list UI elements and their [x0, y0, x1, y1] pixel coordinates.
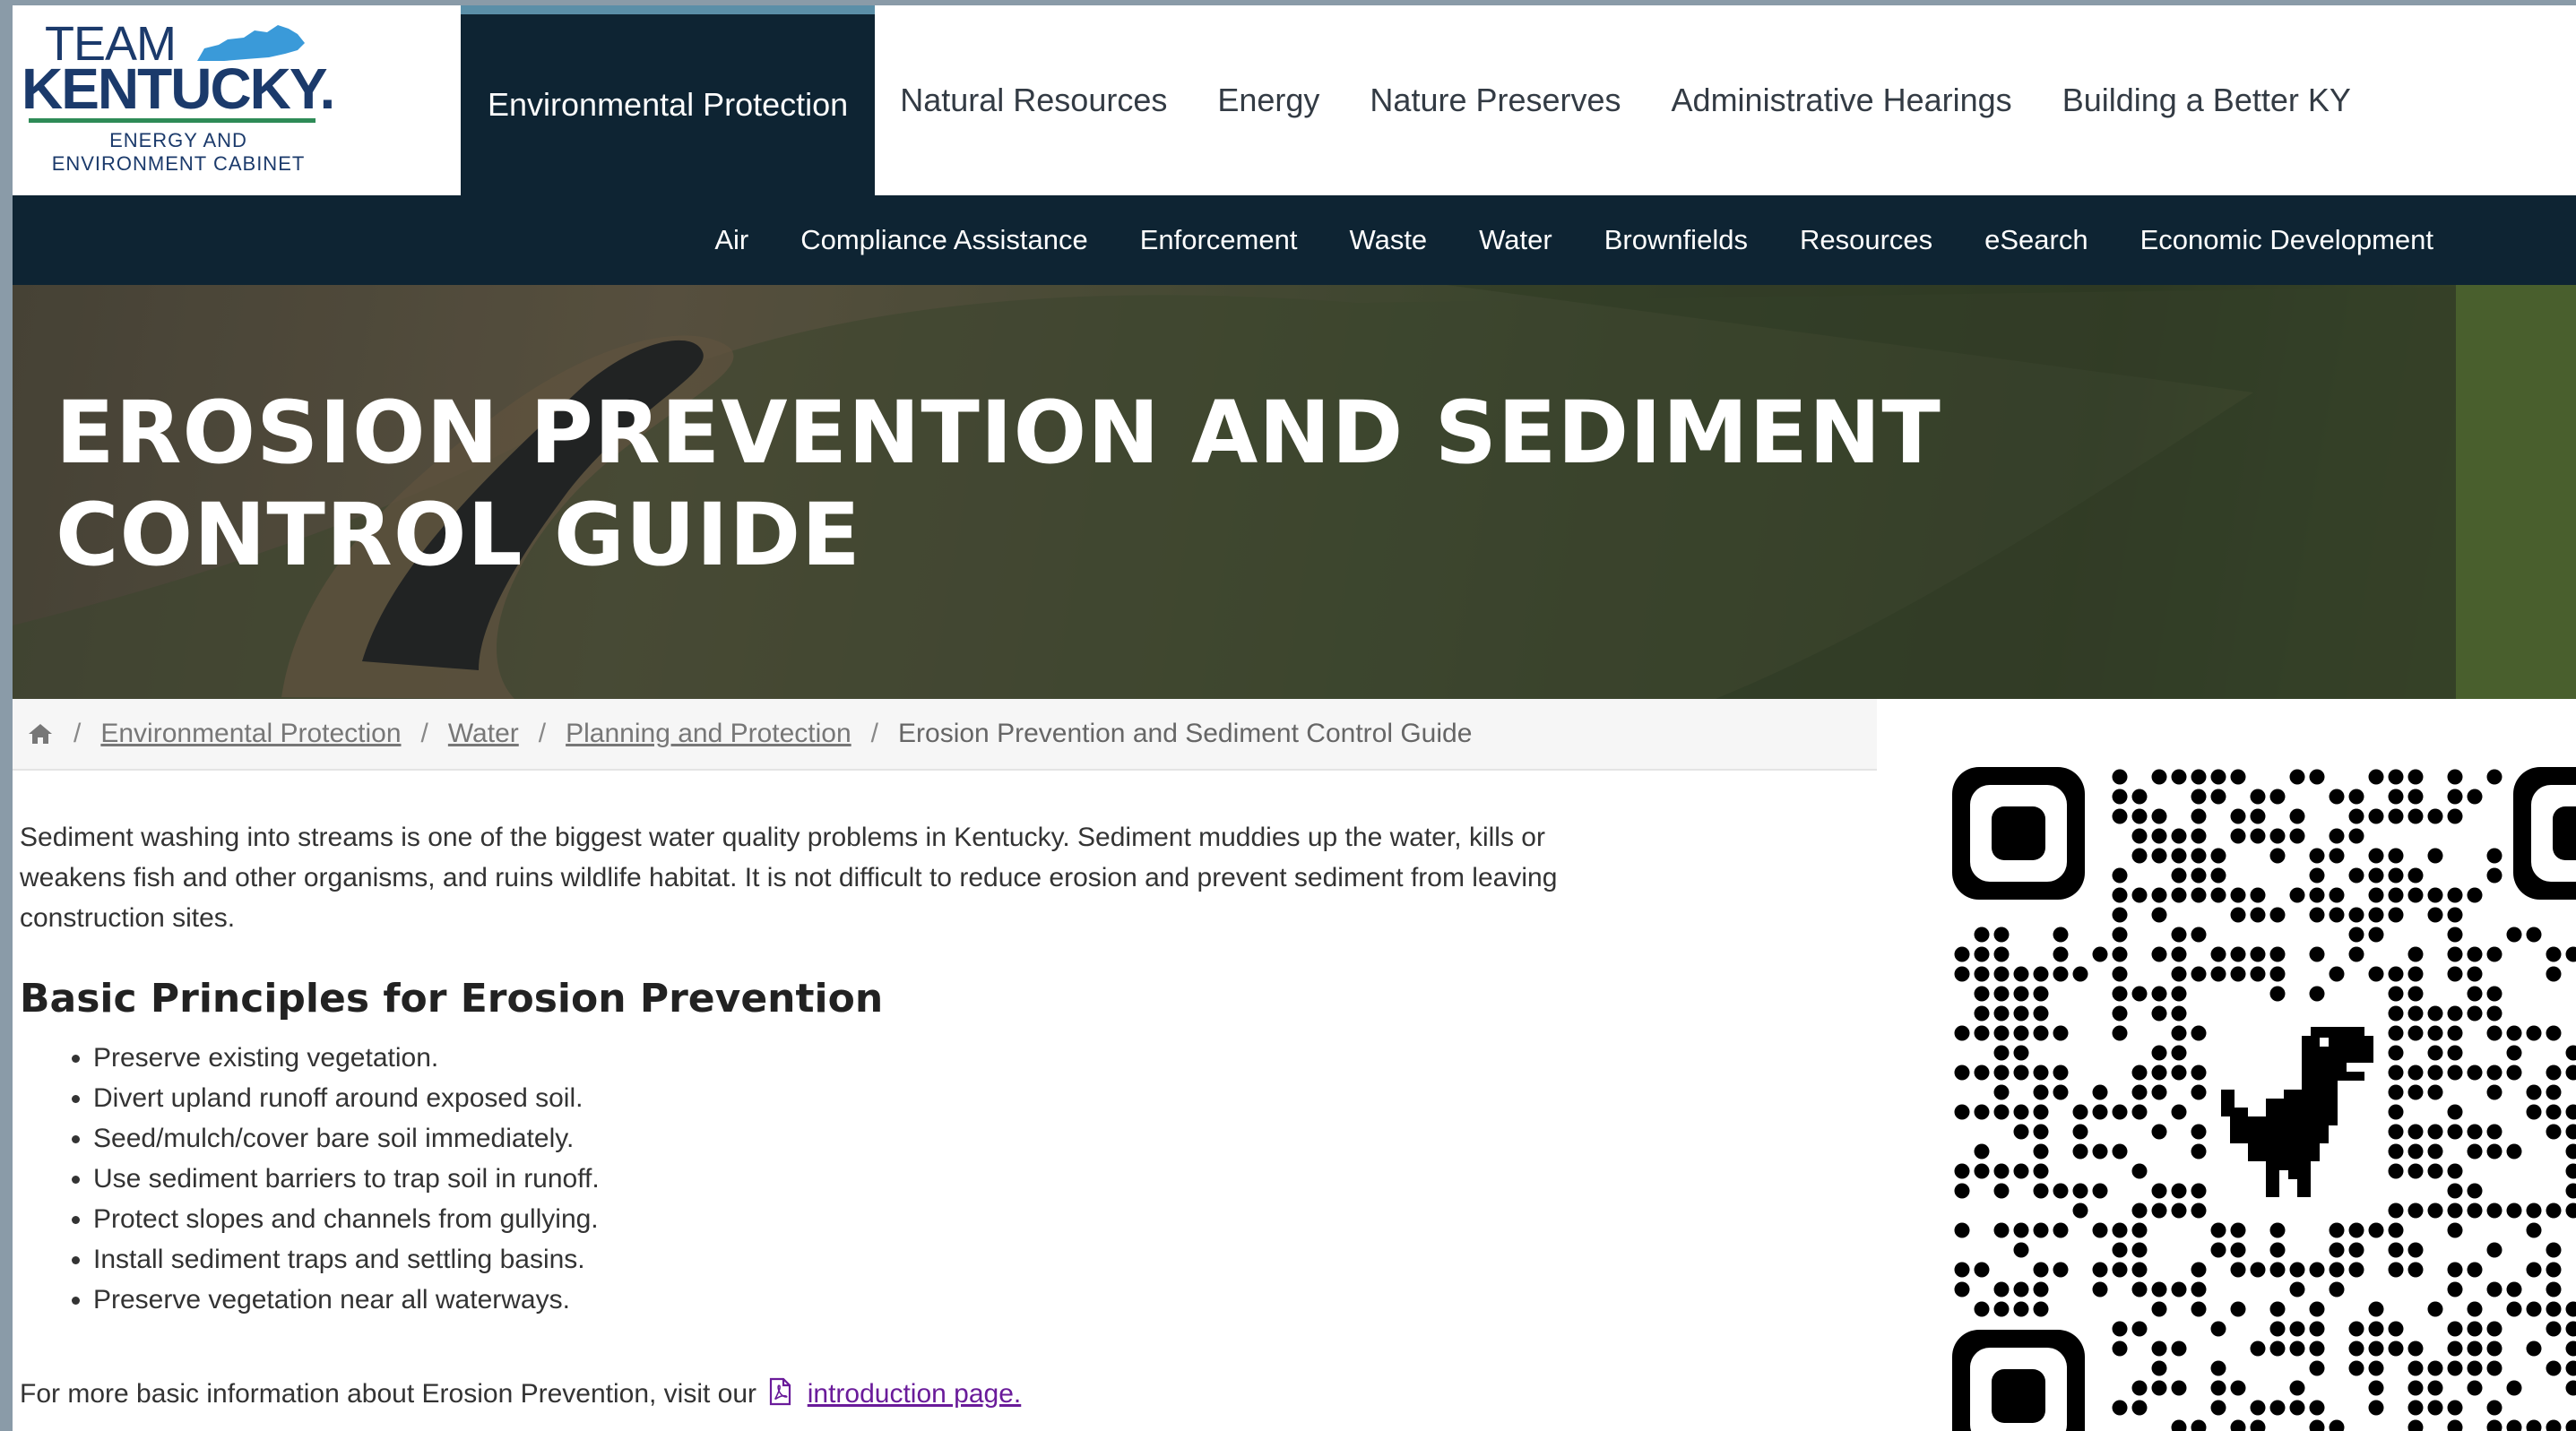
list-item: Install sediment traps and settling basi… — [93, 1239, 1561, 1280]
list-item: Seed/mulch/cover bare soil immediately. — [93, 1118, 1561, 1159]
logo-state-text: KENTUCKY. — [22, 56, 335, 121]
principles-list: Preserve existing vegetation. Divert upl… — [20, 1038, 1561, 1320]
breadcrumb-separator: / — [420, 719, 428, 748]
list-item: Preserve existing vegetation. — [93, 1038, 1561, 1078]
subnav-economic-development[interactable]: Economic Development — [2114, 224, 2459, 256]
page: TEAM KENTUCKY. ENERGY AND ENVIRONMENT CA… — [13, 5, 2576, 1431]
breadcrumb: / Environmental Protection / Water / Pla… — [13, 699, 1877, 771]
main-content: Sediment washing into streams is one of … — [20, 817, 1561, 1409]
site-logo[interactable]: TEAM KENTUCKY. ENERGY AND ENVIRONMENT CA… — [13, 5, 461, 195]
page-title: EROSION PREVENTION AND SEDIMENT CONTROL … — [56, 383, 1941, 585]
nav-natural-resources[interactable]: Natural Resources — [875, 5, 1192, 195]
breadcrumb-separator: / — [870, 719, 879, 748]
subnav-water[interactable]: Water — [1453, 224, 1578, 256]
home-icon[interactable] — [27, 722, 54, 746]
qr-code-icon — [1952, 767, 2576, 1431]
nav-building-a-better-ky[interactable]: Building a Better KY — [2037, 5, 2376, 195]
section-heading: Basic Principles for Erosion Prevention — [20, 976, 884, 1022]
subnav-enforcement[interactable]: Enforcement — [1114, 224, 1324, 256]
introduction-page-link[interactable]: introduction page. — [808, 1379, 1022, 1409]
list-item: Use sediment barriers to trap soil in ru… — [93, 1159, 1561, 1199]
breadcrumb-link-planning-and-protection[interactable]: Planning and Protection — [566, 719, 851, 749]
list-item: Protect slopes and channels from gullyin… — [93, 1199, 1561, 1239]
breadcrumb-link-environmental-protection[interactable]: Environmental Protection — [100, 719, 401, 749]
pdf-icon — [770, 1377, 791, 1406]
breadcrumb-separator: / — [538, 719, 547, 748]
subnav-esearch[interactable]: eSearch — [1958, 224, 2114, 256]
more-info-text: For more basic information about Erosion… — [20, 1379, 757, 1409]
primary-nav: Environmental Protection Natural Resourc… — [461, 5, 2576, 195]
subnav-waste[interactable]: Waste — [1323, 224, 1453, 256]
nav-energy[interactable]: Energy — [1192, 5, 1344, 195]
subnav-brownfields[interactable]: Brownfields — [1578, 224, 1774, 256]
breadcrumb-current: Erosion Prevention and Sediment Control … — [898, 719, 1473, 748]
secondary-nav: Air Compliance Assistance Enforcement Wa… — [13, 195, 2576, 285]
subnav-resources[interactable]: Resources — [1774, 224, 1958, 256]
hero-banner: EROSION PREVENTION AND SEDIMENT CONTROL … — [13, 285, 2576, 699]
subnav-air[interactable]: Air — [688, 224, 774, 256]
more-info-paragraph: For more basic information about Erosion… — [20, 1377, 1561, 1409]
subnav-compliance-assistance[interactable]: Compliance Assistance — [774, 224, 1114, 256]
nav-nature-preserves[interactable]: Nature Preserves — [1344, 5, 1646, 195]
nav-administrative-hearings[interactable]: Administrative Hearings — [1647, 5, 2037, 195]
breadcrumb-link-water[interactable]: Water — [448, 719, 519, 749]
breadcrumb-separator: / — [73, 719, 82, 748]
logo-divider — [29, 118, 316, 123]
intro-paragraph: Sediment washing into streams is one of … — [20, 823, 1558, 933]
nav-environmental-protection[interactable]: Environmental Protection — [461, 5, 876, 195]
list-item: Preserve vegetation near all waterways. — [93, 1280, 1561, 1320]
logo-subtitle: ENERGY AND ENVIRONMENT CABINET — [30, 129, 326, 176]
list-item: Divert upland runoff around exposed soil… — [93, 1078, 1561, 1118]
logo-subtitle-line1: ENERGY AND — [109, 129, 247, 151]
logo-subtitle-line2: ENVIRONMENT CABINET — [51, 152, 306, 175]
